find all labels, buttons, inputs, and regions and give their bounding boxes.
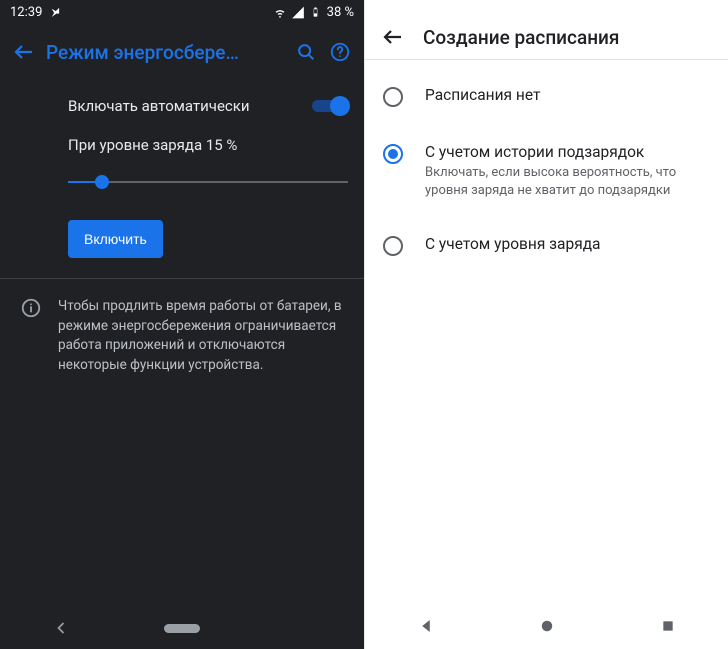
option-percentage-based[interactable]: С учетом уровня заряда	[365, 217, 728, 274]
radio-icon[interactable]	[383, 144, 403, 164]
nav-bar	[365, 603, 728, 649]
nav-bar	[0, 607, 364, 649]
signal-icon	[291, 5, 305, 19]
page-title: Режим энергосбере…	[46, 41, 284, 64]
battery-icon	[309, 5, 323, 19]
info-text: Чтобы продлить время работы от батареи, …	[58, 297, 348, 375]
back-icon[interactable]	[381, 25, 405, 49]
nav-spacer	[285, 610, 321, 646]
threshold-slider[interactable]	[68, 172, 348, 192]
status-battery-text: 38 %	[327, 5, 354, 20]
schedule-screen: Создание расписания Расписания нет С уче…	[364, 0, 728, 649]
option-no-schedule[interactable]: Расписания нет	[365, 68, 728, 125]
option-label: С учетом истории подзарядок	[425, 143, 710, 161]
option-routine-based[interactable]: С учетом истории подзарядок Включать, ес…	[365, 125, 728, 217]
threshold-block: При уровне заряда 15 %	[68, 128, 348, 192]
enable-button[interactable]: Включить	[68, 220, 163, 258]
wifi-icon	[273, 5, 287, 19]
option-label: Расписания нет	[425, 86, 540, 104]
auto-enable-label: Включать автоматически	[68, 97, 312, 115]
location-icon	[48, 5, 62, 19]
status-time: 12:39	[10, 5, 42, 20]
page-title: Создание расписания	[423, 26, 619, 49]
info-row: Чтобы продлить время работы от батареи, …	[0, 279, 364, 375]
option-subtitle: Включать, если высока вероятность, что у…	[425, 164, 710, 199]
battery-saver-screen: 12:39 38 % Режим энергосбере…	[0, 0, 364, 649]
nav-recents-icon[interactable]	[650, 608, 686, 644]
help-icon[interactable]	[328, 40, 352, 64]
option-label: С учетом уровня заряда	[425, 235, 600, 253]
threshold-label: При уровне заряда 15 %	[68, 136, 348, 154]
nav-back-icon[interactable]	[408, 608, 444, 644]
status-bar: 12:39 38 %	[0, 0, 364, 24]
nav-home-icon[interactable]	[529, 608, 565, 644]
auto-enable-switch[interactable]	[312, 96, 348, 116]
toolbar: Создание расписания	[365, 0, 728, 60]
nav-back-icon[interactable]	[43, 610, 79, 646]
radio-icon[interactable]	[383, 236, 403, 256]
nav-home-icon[interactable]	[164, 610, 200, 646]
auto-enable-row[interactable]: Включать автоматически	[68, 90, 348, 128]
schedule-options: Расписания нет С учетом истории подзаряд…	[365, 60, 728, 274]
back-icon[interactable]	[12, 40, 36, 64]
radio-icon[interactable]	[383, 87, 403, 107]
search-icon[interactable]	[294, 40, 318, 64]
toolbar: Режим энергосбере…	[0, 24, 364, 80]
info-icon	[20, 297, 42, 319]
